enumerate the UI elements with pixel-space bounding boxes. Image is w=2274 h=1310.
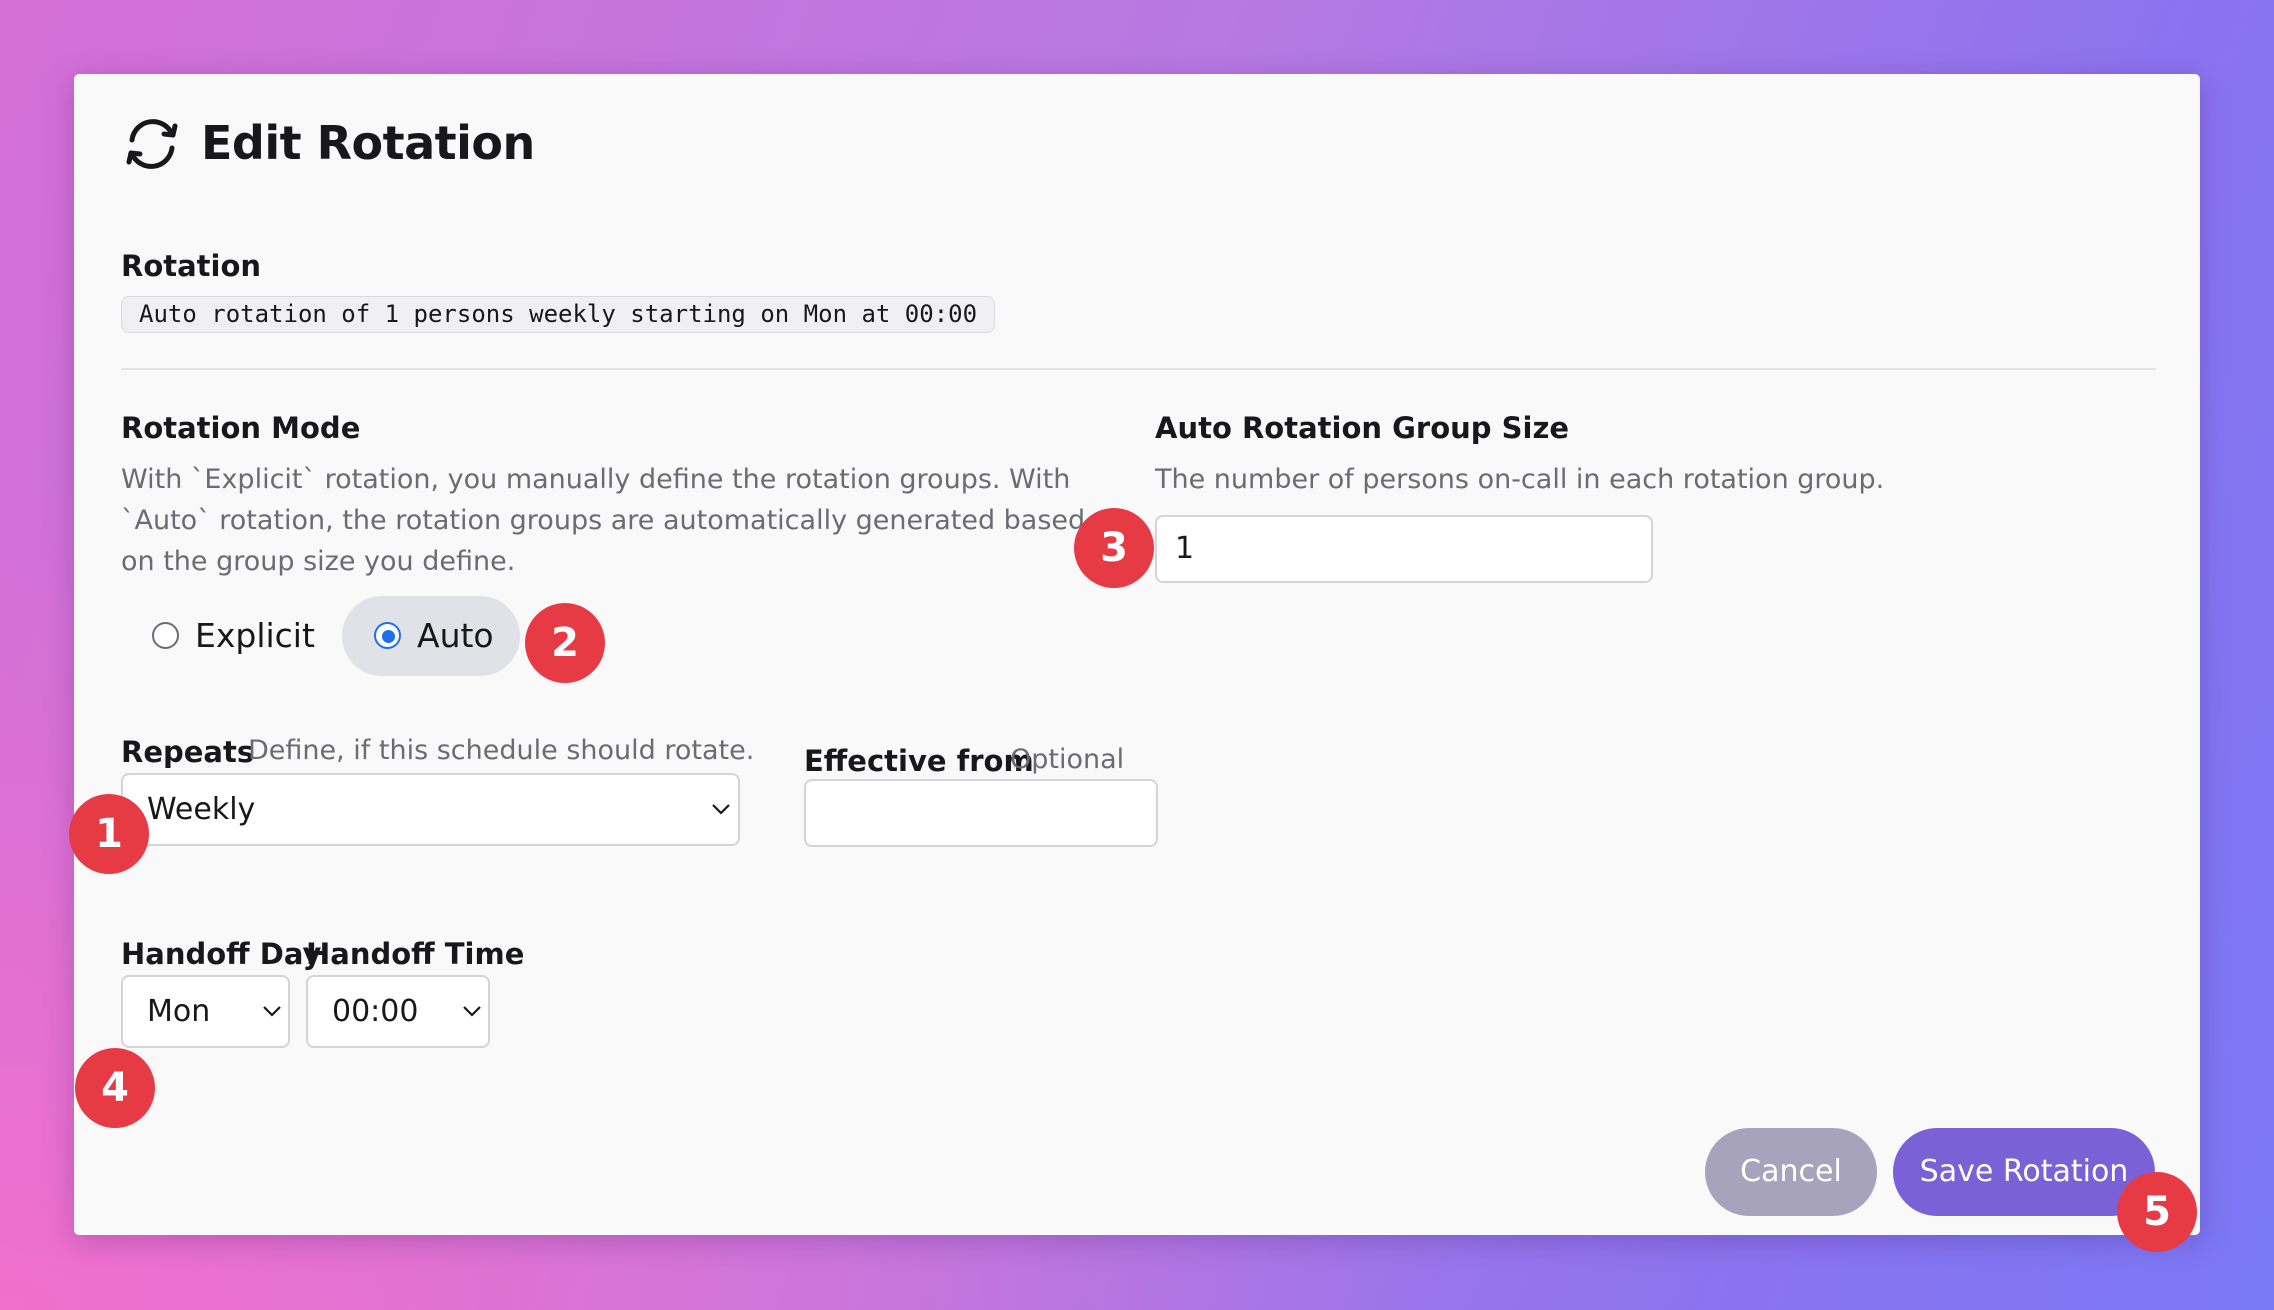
repeats-label: Repeats: [121, 735, 255, 769]
radio-auto[interactable]: [374, 622, 401, 649]
handoff-day-value: Mon: [147, 994, 211, 1029]
radio-auto-dot: [382, 630, 395, 643]
save-rotation-button[interactable]: Save Rotation: [1893, 1128, 2155, 1216]
step-badge-4: 4: [75, 1048, 155, 1128]
chevron-down-icon: [263, 1006, 281, 1017]
rotation-mode-label: Rotation Mode: [121, 411, 361, 445]
cancel-button[interactable]: Cancel: [1705, 1128, 1877, 1216]
handoff-time-value: 00:00: [332, 994, 419, 1029]
group-size-label: Auto Rotation Group Size: [1155, 411, 1570, 445]
effective-from-label: Effective from: [804, 744, 1034, 778]
group-size-input[interactable]: 1: [1155, 515, 1653, 583]
radio-explicit-label[interactable]: Explicit: [195, 616, 315, 655]
radio-auto-label[interactable]: Auto: [417, 616, 494, 655]
rotation-label: Rotation: [121, 249, 262, 283]
step-badge-5: 5: [2117, 1172, 2197, 1252]
handoff-time-select[interactable]: 00:00: [306, 975, 490, 1048]
radio-explicit[interactable]: [152, 622, 179, 649]
divider: [121, 368, 2156, 370]
step-badge-3: 3: [1074, 508, 1154, 588]
rotation-mode-help: With `Explicit` rotation, you manually d…: [121, 464, 1086, 577]
rotation-summary: Auto rotation of 1 persons weekly starti…: [121, 296, 995, 333]
refresh-icon: [126, 119, 178, 169]
page-title: Edit Rotation: [201, 116, 535, 170]
effective-from-input[interactable]: [804, 779, 1158, 847]
step-badge-1: 1: [69, 794, 149, 874]
handoff-day-label: Handoff Day: [121, 937, 322, 971]
repeats-select[interactable]: Weekly: [121, 773, 740, 846]
chevron-down-icon: [463, 1006, 481, 1017]
step-badge-2: 2: [525, 603, 605, 683]
chevron-down-icon: [712, 804, 730, 815]
repeats-help: Define, if this schedule should rotate.: [248, 735, 755, 766]
repeats-value: Weekly: [147, 792, 256, 827]
group-size-help: The number of persons on-call in each ro…: [1155, 464, 1885, 495]
handoff-day-select[interactable]: Mon: [121, 975, 290, 1048]
effective-from-hint: Optional: [1010, 744, 1125, 775]
handoff-time-label: Handoff Time: [306, 937, 525, 971]
